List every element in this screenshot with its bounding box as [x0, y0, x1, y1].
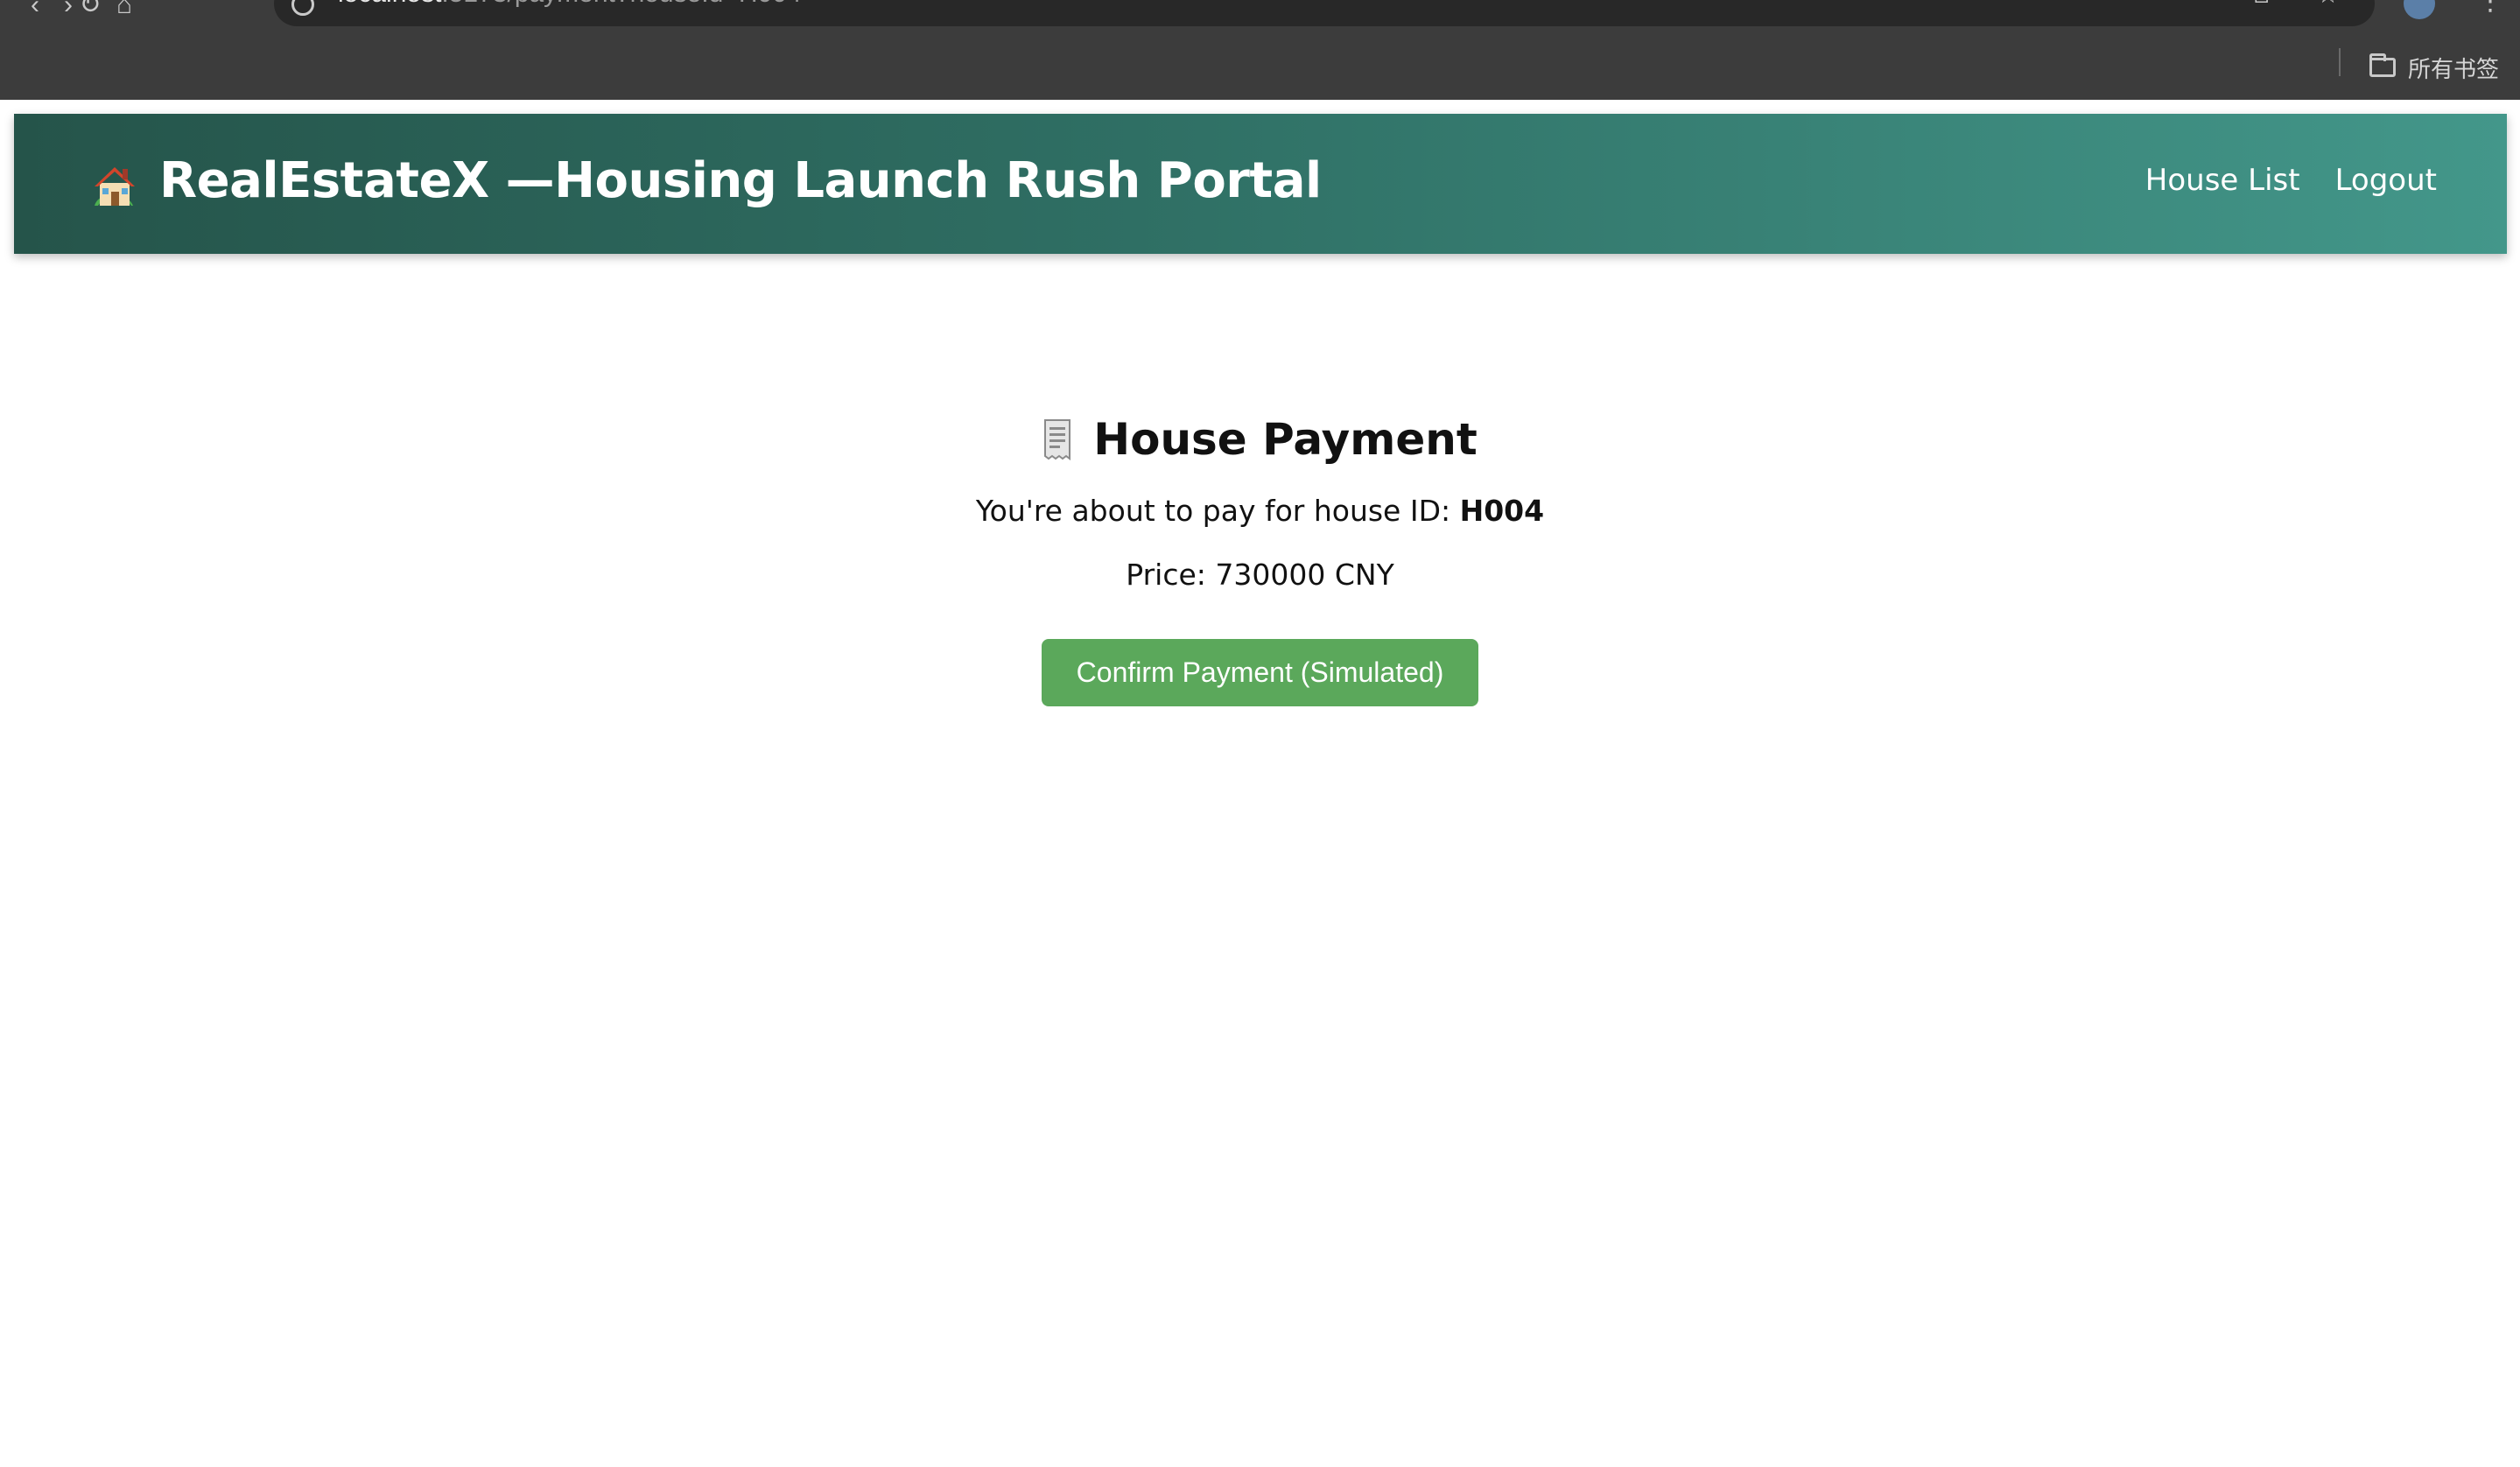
- bookmarks-bar: 所有书签: [0, 53, 2520, 100]
- confirm-payment-button[interactable]: Confirm Payment (Simulated): [1041, 639, 1479, 706]
- payment-section: House Payment You're about to pay for ho…: [0, 408, 2520, 706]
- house-icon: [95, 166, 135, 206]
- reload-icon[interactable]: ↻: [73, 0, 108, 23]
- url-text[interactable]: localhost:5173/payment?houseId=H004: [338, 0, 802, 7]
- profile-avatar[interactable]: [2404, 0, 2435, 19]
- menu-icon[interactable]: ⋮: [2477, 0, 2503, 17]
- nav-logout-link[interactable]: Logout: [2335, 163, 2437, 198]
- house-id-intro: You're about to pay for house ID:: [975, 494, 1460, 528]
- back-icon[interactable]: ‹: [18, 0, 53, 23]
- home-icon[interactable]: ⌂: [107, 0, 142, 23]
- folder-icon: [2369, 53, 2396, 77]
- brand-title: RealEstateX —Housing Launch Rush Portal: [159, 152, 1322, 209]
- receipt-icon: [1044, 419, 1071, 460]
- nav-house-list-link[interactable]: House List: [2145, 163, 2300, 198]
- brand: RealEstateX —Housing Launch Rush Portal: [89, 152, 1322, 209]
- payment-heading: House Payment: [0, 408, 2520, 471]
- app-header: RealEstateX —Housing Launch Rush Portal …: [14, 114, 2507, 254]
- star-icon[interactable]: ☆: [2317, 0, 2339, 7]
- address-bar[interactable]: localhost:5173/payment?houseId=H004 ⧉ ☆: [274, 0, 2375, 26]
- browser-toolbar: ‹ › ↻ ⌂ localhost:5173/payment?houseId=H…: [0, 0, 2520, 53]
- price-line: Price: 730000 CNY: [1126, 558, 1394, 592]
- house-id-value: H004: [1459, 494, 1545, 528]
- url-host: localhost: [338, 0, 441, 8]
- main-nav: House List Logout: [2145, 163, 2437, 198]
- payment-title: House Payment: [1093, 414, 1478, 465]
- page: RealEstateX —Housing Launch Rush Portal …: [0, 100, 2520, 1467]
- url-path: :5173/payment?houseId=H004: [441, 0, 801, 8]
- house-id-line: You're about to pay for house ID: H004: [0, 494, 2520, 528]
- bookmarks-folder-label: 所有书签: [2408, 55, 2500, 82]
- all-bookmarks-folder[interactable]: 所有书签: [2369, 53, 2499, 82]
- translate-icon[interactable]: ⧉: [2251, 0, 2269, 7]
- bookmarks-divider: [2339, 48, 2341, 76]
- site-info-icon[interactable]: [291, 0, 314, 16]
